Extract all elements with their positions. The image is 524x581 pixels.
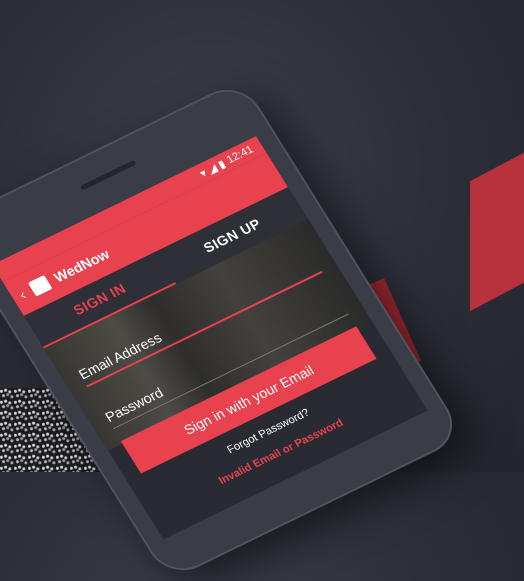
phone-mockup: ▾ ◢ ▮ 12:41 ‹ WedNow SIGN IN SIGN UP Ema… [0, 78, 466, 581]
back-arrow-icon[interactable]: ‹ [16, 287, 29, 303]
phone-screen: ▾ ◢ ▮ 12:41 ‹ WedNow SIGN IN SIGN UP Ema… [0, 135, 428, 540]
phone-speaker [79, 159, 137, 191]
scene: ▾ ◢ ▮ 12:41 ‹ WedNow SIGN IN SIGN UP Ema… [0, 0, 524, 581]
app-logo-icon [27, 275, 53, 297]
